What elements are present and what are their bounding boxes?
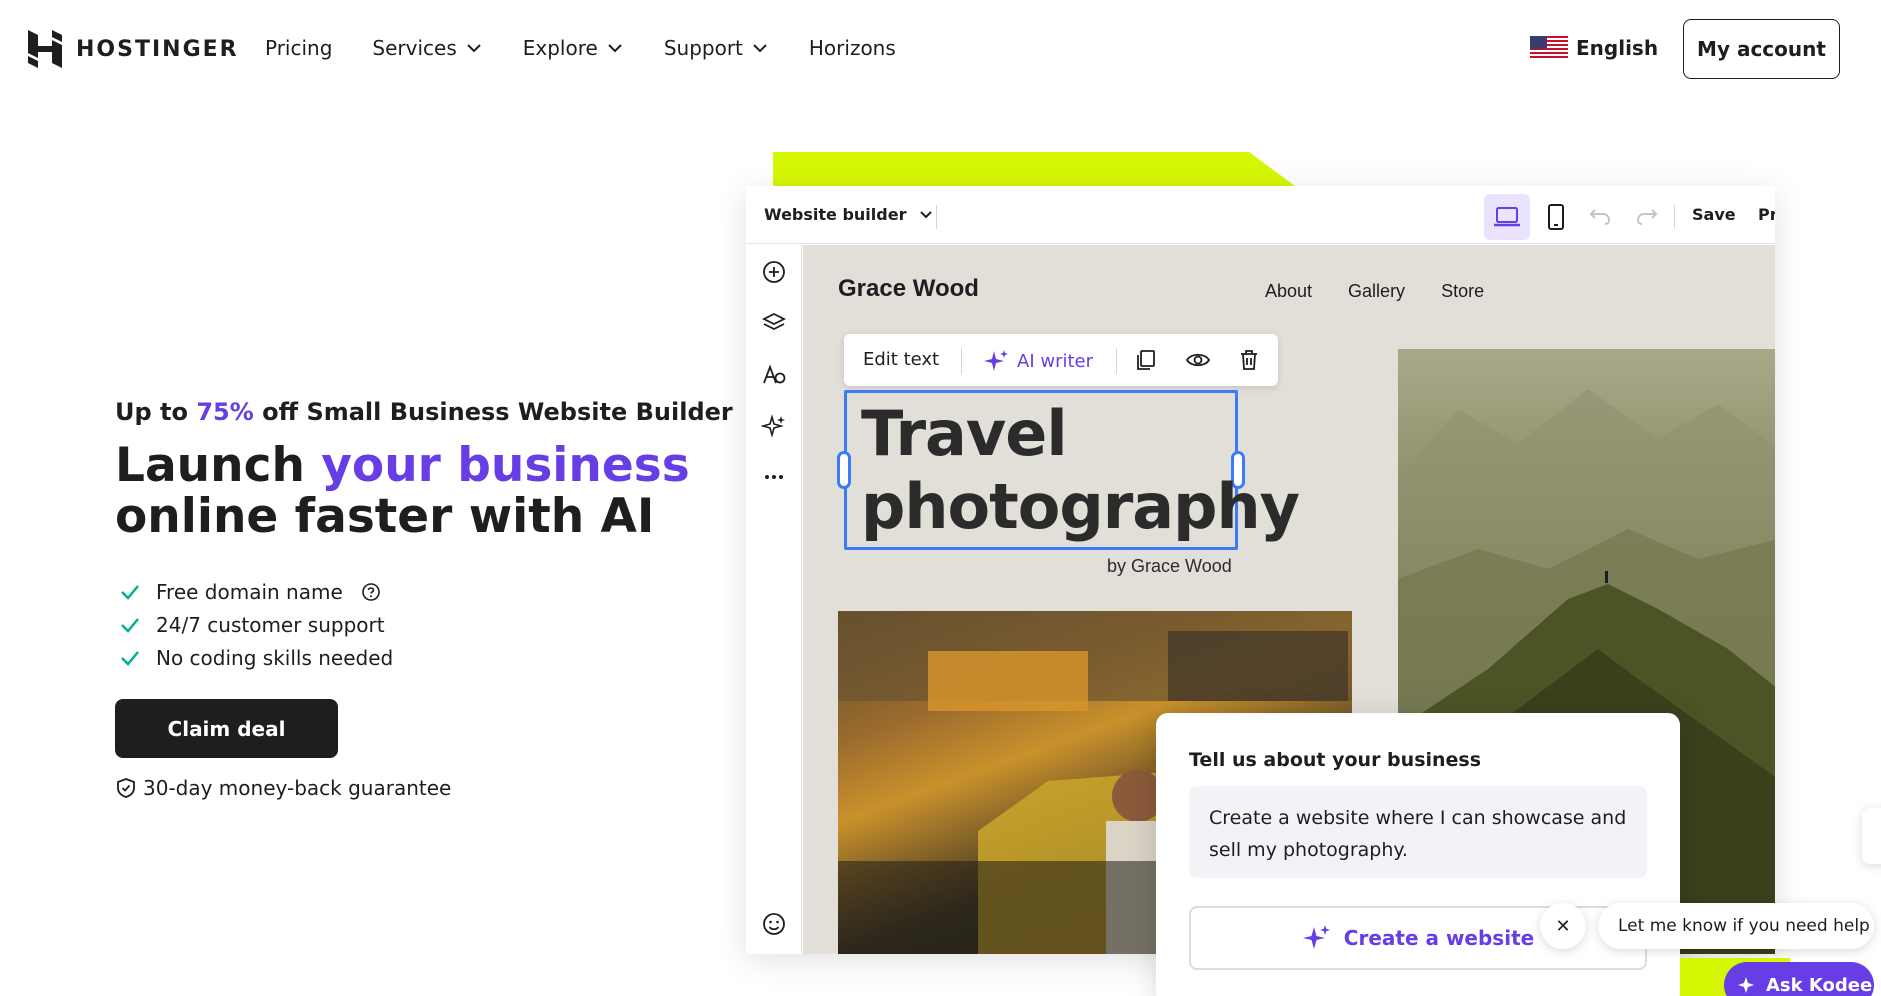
eye-icon[interactable] — [1186, 348, 1210, 372]
resize-handle-left[interactable] — [837, 451, 851, 489]
hero-title-line2: online faster with AI — [115, 489, 655, 544]
money-back-guarantee: 30-day money-back guarantee — [115, 776, 451, 800]
site-nav-about[interactable]: About — [1265, 281, 1312, 302]
kodee-sparkle-icon — [1738, 977, 1754, 993]
create-website-label: Create a website — [1343, 926, 1535, 950]
nav-services[interactable]: Services — [372, 36, 482, 60]
my-account-button[interactable]: My account — [1683, 19, 1840, 79]
hero-title: Launch your business online faster with … — [115, 440, 735, 542]
layers-icon[interactable] — [761, 310, 787, 336]
chat-help-message[interactable]: Let me know if you need help — [1598, 903, 1874, 949]
mobile-icon — [1548, 204, 1564, 230]
more-icon[interactable] — [761, 464, 787, 490]
ask-kodee-label: Ask Kodee — [1766, 974, 1873, 996]
site-header: HOSTINGER Pricing Services Explore Suppo… — [0, 0, 1881, 98]
site-nav: About Gallery Store — [1265, 281, 1520, 302]
nav-explore-label: Explore — [522, 36, 598, 60]
ai-writer-button[interactable]: AI writer — [983, 348, 1093, 374]
chevron-down-icon — [920, 210, 933, 218]
decorative-lime-strip — [773, 152, 1295, 186]
text-edit-toolbar: Edit text AI writer — [844, 334, 1278, 386]
language-label: English — [1576, 36, 1659, 60]
nav-support[interactable]: Support — [664, 36, 769, 60]
feature-item: No coding skills needed — [118, 641, 393, 674]
ask-kodee-button[interactable]: Ask Kodee — [1724, 962, 1874, 996]
hero-discount: 75% — [196, 398, 254, 426]
builder-toolbar: Website builder Save Pr — [746, 186, 1775, 244]
ai-tools-icon[interactable] — [761, 413, 787, 439]
desktop-view-button[interactable] — [1484, 194, 1530, 240]
check-icon — [121, 617, 139, 633]
site-heading[interactable]: Travel photography — [861, 397, 1300, 543]
chevron-down-icon — [467, 44, 481, 53]
nav-horizons-label: Horizons — [808, 36, 896, 60]
feature-label: 24/7 customer support — [156, 612, 385, 637]
duplicate-icon[interactable] — [1134, 348, 1158, 372]
divider — [1116, 348, 1117, 374]
sparkle-icon — [1302, 925, 1330, 949]
hero-subtitle-prefix: Up to — [115, 398, 197, 426]
language-selector[interactable]: English — [1530, 36, 1658, 60]
chevron-down-icon — [753, 44, 767, 53]
styles-icon[interactable] — [761, 362, 787, 388]
hero-subtitle-suffix: off Small Business Website Builder — [253, 398, 733, 426]
help-circle-icon[interactable] — [361, 582, 381, 602]
claim-deal-button[interactable]: Claim deal — [115, 699, 338, 758]
preview-button[interactable]: Pr — [1758, 205, 1775, 224]
nav-support-label: Support — [663, 36, 743, 60]
website-builder-dropdown[interactable]: Website builder — [764, 205, 934, 224]
business-description-input[interactable]: Create a website where I can showcase an… — [1189, 786, 1647, 878]
ai-writer-label: AI writer — [1017, 350, 1093, 372]
site-name[interactable]: Grace Wood — [838, 275, 979, 303]
feature-label: No coding skills needed — [156, 645, 394, 670]
site-nav-store[interactable]: Store — [1441, 281, 1484, 302]
divider — [1674, 205, 1675, 229]
feature-list: Free domain name 24/7 customer support N… — [118, 575, 393, 674]
help-assistant-icon[interactable] — [761, 911, 787, 937]
mobile-view-button[interactable] — [1533, 194, 1579, 240]
divider — [961, 348, 962, 374]
save-button[interactable]: Save — [1692, 205, 1736, 224]
add-element-icon[interactable] — [761, 259, 787, 285]
side-feedback-tab[interactable] — [1862, 808, 1881, 864]
edit-text-button[interactable]: Edit text — [863, 349, 939, 370]
hero-subtitle: Up to 75% off Small Business Website Bui… — [115, 398, 733, 426]
site-heading-line1: Travel — [861, 397, 1068, 470]
site-nav-gallery[interactable]: Gallery — [1348, 281, 1405, 302]
trash-icon[interactable] — [1237, 348, 1261, 372]
nav-pricing-label: Pricing — [265, 36, 333, 60]
nav-horizons[interactable]: Horizons — [809, 36, 896, 60]
brand-name: HOSTINGER — [76, 36, 239, 62]
selected-heading-box[interactable]: Travel photography — [837, 390, 1300, 550]
hero-title-accent: your business — [321, 438, 690, 493]
nav-pricing[interactable]: Pricing — [265, 36, 332, 60]
sparkle-icon — [984, 350, 1008, 371]
guarantee-label: 30-day money-back guarantee — [143, 776, 452, 800]
nav-explore[interactable]: Explore — [523, 36, 624, 60]
main-nav: Pricing Services Explore Support Horizon… — [265, 36, 936, 60]
divider — [936, 205, 937, 229]
hostinger-logo-icon — [28, 30, 62, 68]
website-builder-label: Website builder — [764, 205, 907, 224]
business-prompt-card: Tell us about your business Create a web… — [1156, 713, 1680, 996]
hostinger-logo[interactable]: HOSTINGER — [28, 30, 239, 68]
site-byline[interactable]: by Grace Wood — [1107, 556, 1232, 577]
prompt-card-title: Tell us about your business — [1189, 749, 1482, 771]
feature-item: 24/7 customer support — [118, 608, 393, 641]
chevron-down-icon — [608, 44, 622, 53]
close-chat-button[interactable]: ✕ — [1540, 903, 1586, 949]
nav-services-label: Services — [372, 36, 457, 60]
us-flag-icon — [1530, 36, 1568, 60]
laptop-icon — [1494, 207, 1520, 227]
site-heading-line2: photography — [861, 470, 1300, 543]
check-icon — [121, 584, 139, 600]
redo-icon[interactable] — [1634, 202, 1660, 228]
check-icon — [121, 650, 139, 666]
feature-item: Free domain name — [118, 575, 393, 608]
hero-title-prefix: Launch — [115, 438, 322, 493]
feature-label: Free domain name — [156, 579, 343, 604]
builder-sidebar — [746, 245, 802, 954]
undo-icon[interactable] — [1587, 202, 1613, 228]
shield-check-icon — [117, 778, 135, 798]
